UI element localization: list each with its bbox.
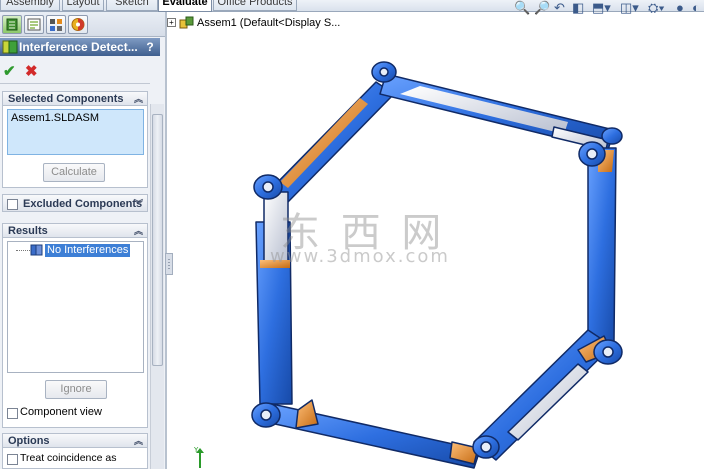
- feature-manager-tab[interactable]: [2, 15, 22, 34]
- expand-plus-icon[interactable]: +: [167, 18, 176, 27]
- appearance-icon[interactable]: ●: [676, 0, 684, 15]
- tab-office-products[interactable]: Office Products: [213, 0, 297, 11]
- ignore-button[interactable]: Ignore: [45, 380, 107, 399]
- interference-result-icon: [30, 243, 44, 260]
- cancel-button[interactable]: ✖: [25, 62, 38, 80]
- tube-top[interactable]: [379, 73, 615, 151]
- component-view-checkbox[interactable]: [7, 408, 18, 419]
- tab-evaluate[interactable]: Evaluate: [158, 0, 212, 12]
- excluded-components-header[interactable]: Excluded Components ︾: [2, 194, 148, 212]
- graphics-viewport[interactable]: 东 西 网 www.3dmox.com Y: [168, 32, 704, 469]
- calculate-button[interactable]: Calculate: [43, 163, 105, 182]
- axis-triad-icon: Y: [193, 446, 208, 471]
- tree-connector: [16, 250, 30, 252]
- collapse-chevron-icon[interactable]: ︽: [134, 434, 143, 449]
- property-manager-tab[interactable]: [24, 15, 44, 34]
- options-title: Options: [8, 435, 50, 447]
- property-manager-icon: [27, 18, 41, 31]
- expand-chevron-icon[interactable]: ︾: [134, 195, 143, 213]
- display-style-icon[interactable]: ◫▾: [620, 0, 639, 15]
- selected-components-header[interactable]: Selected Components ︽: [2, 91, 148, 106]
- view-orientation-icon[interactable]: ⬒▾: [592, 0, 611, 15]
- collapse-chevron-icon[interactable]: ︽: [134, 92, 143, 107]
- excluded-components-title: Excluded Components: [23, 198, 143, 210]
- list-item[interactable]: Assem1.SLDASM: [11, 112, 99, 124]
- svg-text:Y: Y: [194, 446, 199, 454]
- zoom-area-icon[interactable]: 🔎: [534, 0, 550, 15]
- results-header[interactable]: Results ︽: [2, 223, 148, 238]
- ok-button[interactable]: ✔: [3, 62, 16, 80]
- tube-bottom[interactable]: [265, 399, 481, 469]
- result-item[interactable]: No Interferences: [45, 244, 131, 257]
- feature-tree-icon: [6, 18, 18, 31]
- heads-up-view-toolbar: 🔍 🔎 ↶ ◧ ⬒▾ ◫▾ ⛭▾ ● ◐: [512, 0, 704, 16]
- treat-coincidence-checkbox[interactable]: [7, 454, 18, 465]
- section-view-icon[interactable]: ◧: [572, 0, 584, 15]
- treat-coincidence-label: Treat coincidence as: [20, 452, 117, 464]
- selected-components-section: Assem1.SLDASM Calculate: [2, 106, 148, 188]
- property-manager-panel: Interference Detect... ? ✔ ✖ Selected Co…: [0, 12, 167, 469]
- tube-top-left[interactable]: [267, 81, 395, 205]
- interference-detection-icon: [2, 39, 18, 60]
- hide-show-icon[interactable]: ⛭▾: [648, 0, 665, 15]
- configuration-icon: [50, 19, 62, 31]
- selected-components-title: Selected Components: [8, 93, 124, 105]
- help-button[interactable]: ?: [143, 38, 157, 56]
- scrollbar-thumb[interactable]: [152, 114, 163, 366]
- results-list[interactable]: No Interferences: [7, 241, 144, 373]
- previous-view-icon[interactable]: ↶: [554, 0, 565, 15]
- options-section: Treat coincidence as: [2, 448, 148, 469]
- configuration-manager-tab[interactable]: [46, 15, 66, 34]
- manager-tabs: [0, 12, 165, 37]
- results-section: No Interferences Ignore Component view: [2, 238, 148, 428]
- tab-sketch[interactable]: Sketch: [106, 0, 158, 11]
- watermark-url: www.3dmox.com: [270, 246, 450, 267]
- assembly-name: Assem1 (Default<Display S...: [197, 17, 341, 29]
- scene-icon[interactable]: ◐: [692, 0, 700, 15]
- property-manager-header: Interference Detect... ?: [0, 38, 160, 56]
- component-view-label: Component view: [20, 406, 102, 418]
- collapse-chevron-icon[interactable]: ︽: [134, 224, 143, 239]
- display-manager-icon: [71, 18, 85, 31]
- property-manager-title: Interference Detect...: [19, 40, 138, 54]
- excluded-components-checkbox[interactable]: [7, 199, 18, 210]
- results-title: Results: [8, 225, 48, 237]
- zoom-to-fit-icon[interactable]: 🔍: [514, 0, 530, 15]
- display-manager-tab[interactable]: [68, 15, 88, 34]
- tab-layout[interactable]: Layout: [62, 0, 104, 11]
- selected-components-list[interactable]: Assem1.SLDASM: [7, 109, 144, 155]
- options-header[interactable]: Options ︽: [2, 433, 148, 448]
- tab-assembly[interactable]: Assembly: [0, 0, 60, 11]
- tube-right[interactable]: [587, 147, 617, 343]
- divider: [0, 83, 150, 84]
